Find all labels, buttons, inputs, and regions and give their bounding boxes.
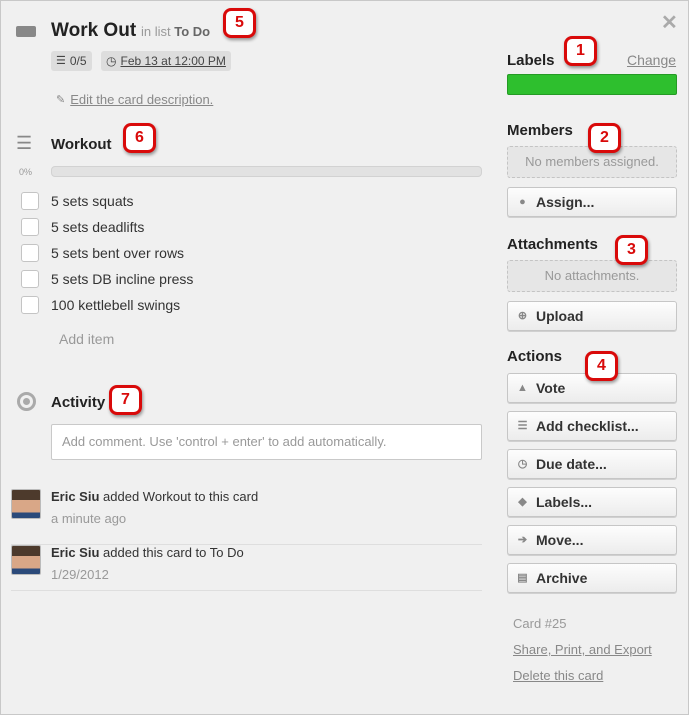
activity-text: Eric Siu added this card to To Do	[51, 545, 244, 560]
upload-icon: ⊕	[517, 309, 528, 322]
labels-button-label: Labels...	[536, 494, 593, 510]
add-item-link[interactable]: Add item	[59, 331, 114, 347]
activity-time: a minute ago	[51, 511, 127, 526]
checklist-item[interactable]: 5 sets deadlifts	[21, 214, 193, 240]
checkbox[interactable]	[21, 296, 39, 314]
activity-action: added Workout to this card	[103, 489, 259, 504]
checklist-item-label: 5 sets squats	[51, 193, 134, 209]
labels-button[interactable]: ◆ Labels...	[507, 487, 677, 517]
edit-description-link[interactable]: ✎ Edit the card description.	[56, 92, 213, 107]
activity-entry: Eric Siu added this card to To Do 1/29/2…	[11, 545, 482, 591]
vote-button-label: Vote	[536, 380, 566, 396]
checklist-item-label: 5 sets deadlifts	[51, 219, 145, 235]
add-checklist-button[interactable]: ☰ Add checklist...	[507, 411, 677, 441]
activity-icon	[17, 392, 36, 411]
checklist-icon: ☰	[16, 133, 33, 153]
due-date-text: Feb 13 at 12:00 PM	[120, 54, 226, 68]
checklist-item[interactable]: 5 sets squats	[21, 188, 193, 214]
label-green[interactable]	[507, 74, 677, 95]
annotation-marker-1: 1	[564, 36, 597, 66]
tag-icon: ◆	[518, 495, 527, 508]
assign-button-label: Assign...	[536, 194, 595, 210]
avatar[interactable]	[11, 489, 41, 519]
upload-button-label: Upload	[536, 308, 584, 324]
labels-change-link[interactable]: Change	[627, 52, 676, 68]
activity-user[interactable]: Eric Siu	[51, 489, 99, 504]
annotation-marker-6: 6	[123, 123, 156, 153]
activity-text: Eric Siu added Workout to this card	[51, 489, 258, 504]
checkbox[interactable]	[21, 244, 39, 262]
checklist-icon: ☰	[517, 419, 528, 432]
checkbox[interactable]	[21, 270, 39, 288]
comment-placeholder: Add comment. Use 'control + enter' to ad…	[62, 434, 387, 449]
annotation-marker-7: 7	[109, 385, 142, 415]
clock-icon: ◷	[517, 457, 528, 470]
card-title[interactable]: Work Out	[51, 20, 136, 42]
archive-button[interactable]: ▤ Archive	[507, 563, 677, 593]
move-button[interactable]: ➔ Move...	[507, 525, 677, 555]
checklist-item-label: 100 kettlebell swings	[51, 297, 181, 313]
checklist-title[interactable]: Workout	[51, 136, 112, 153]
annotation-marker-5: 5	[223, 8, 256, 38]
due-date-badge[interactable]: ◷ Feb 13 at 12:00 PM	[101, 51, 231, 71]
actions-title: Actions	[507, 348, 563, 365]
card-number: Card #25	[513, 616, 567, 631]
checklist-item[interactable]: 5 sets DB incline press	[21, 266, 193, 292]
archive-button-label: Archive	[536, 570, 588, 586]
annotation-marker-3: 3	[615, 235, 648, 265]
assign-button[interactable]: ● Assign...	[507, 187, 677, 217]
list-name[interactable]: To Do	[174, 24, 210, 39]
close-icon[interactable]: ✕	[661, 10, 678, 35]
share-print-export-link[interactable]: Share, Print, and Export	[513, 642, 652, 657]
activity-time: 1/29/2012	[51, 567, 109, 582]
checklist-item-label: 5 sets DB incline press	[51, 271, 194, 287]
checkbox[interactable]	[21, 218, 39, 236]
person-icon: ●	[519, 195, 526, 208]
in-list-prefix: in list	[141, 24, 171, 39]
checklist-small-icon: ☰	[56, 55, 66, 67]
checklist-progress-bar	[51, 166, 482, 177]
checklist-badge-count: 0/5	[69, 54, 87, 68]
edit-description-text: Edit the card description.	[70, 92, 214, 107]
avatar[interactable]	[11, 545, 41, 575]
checklist-items: 5 sets squats 5 sets deadlifts 5 sets be…	[21, 188, 193, 318]
activity-entry: Eric Siu added Workout to this card a mi…	[11, 489, 482, 545]
annotation-marker-2: 2	[588, 123, 621, 153]
archive-icon: ▤	[517, 571, 528, 584]
due-date-button[interactable]: ◷ Due date...	[507, 449, 677, 479]
arrow-right-icon: ➔	[517, 533, 528, 546]
clock-small-icon: ◷	[106, 54, 117, 68]
checklist-item[interactable]: 5 sets bent over rows	[21, 240, 193, 266]
members-title: Members	[507, 122, 573, 139]
checklist-progress-label: 0%	[19, 167, 33, 177]
thumbs-up-icon: ▲	[517, 381, 528, 394]
card-list-info: in list To Do	[141, 24, 210, 39]
activity-title: Activity	[51, 394, 106, 411]
activity-action: added this card to To Do	[103, 545, 244, 560]
add-checklist-button-label: Add checklist...	[536, 418, 639, 434]
pencil-icon: ✎	[56, 94, 66, 106]
labels-title: Labels	[507, 52, 555, 69]
activity-user[interactable]: Eric Siu	[51, 545, 99, 560]
card-icon	[16, 26, 36, 37]
move-button-label: Move...	[536, 532, 584, 548]
checklist-item[interactable]: 100 kettlebell swings	[21, 292, 193, 318]
attachments-empty: No attachments.	[507, 260, 677, 292]
due-date-button-label: Due date...	[536, 456, 607, 472]
comment-input[interactable]: Add comment. Use 'control + enter' to ad…	[51, 424, 482, 460]
card-window: ✕ Work Out in list To Do ☰ 0/5 ◷ Feb 13 …	[0, 0, 689, 715]
attachments-title: Attachments	[507, 236, 598, 253]
checklist-item-label: 5 sets bent over rows	[51, 245, 185, 261]
checklist-badge: ☰ 0/5	[51, 51, 92, 71]
upload-button[interactable]: ⊕ Upload	[507, 301, 677, 331]
delete-card-link[interactable]: Delete this card	[513, 668, 603, 683]
checkbox[interactable]	[21, 192, 39, 210]
annotation-marker-4: 4	[585, 351, 618, 381]
